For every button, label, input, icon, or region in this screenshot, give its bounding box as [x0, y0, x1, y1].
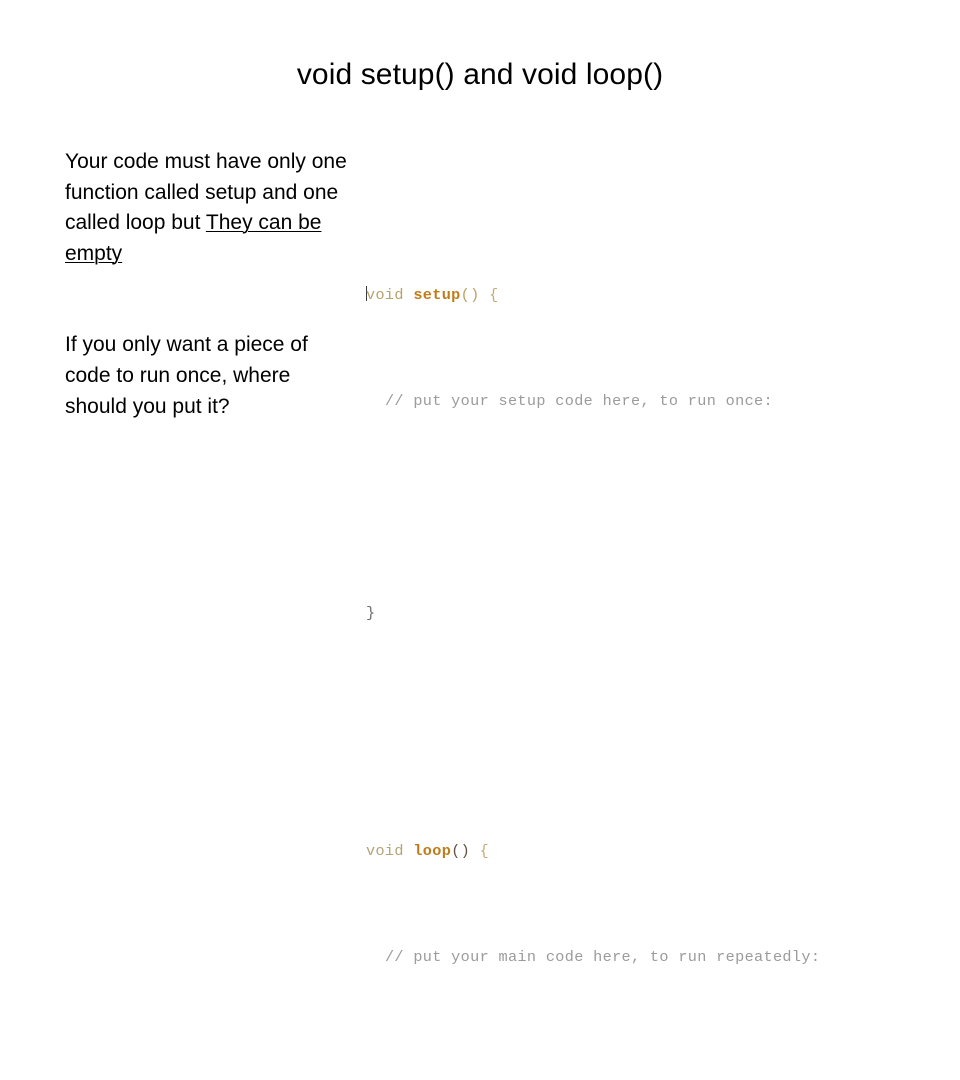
open-brace-loop: { [479, 842, 490, 860]
paragraph-run-once-question: If you only want a piece of code to run … [65, 333, 308, 418]
parens-setup: () [460, 286, 480, 304]
code-section-spacer [366, 706, 960, 732]
close-brace-setup: } [366, 604, 376, 622]
comment-loop: // put your main code here, to run repea… [384, 948, 821, 966]
keyword-void-loop: void [366, 842, 404, 860]
code-line-setup-close: } [366, 600, 960, 627]
function-name-setup: setup [413, 286, 461, 304]
keyword-void-setup: void [366, 286, 404, 304]
paragraph-setup-loop-requirement: Your code must have only one function ca… [65, 147, 357, 269]
code-line-loop-signature: void loop() { [366, 838, 960, 865]
slide-canvas: { "slide": { "title": "void setup() and … [0, 0, 960, 966]
code-line-setup-signature: void setup() { [366, 282, 960, 309]
comment-setup: // put your setup code here, to run once… [384, 392, 773, 410]
parens-loop: () [451, 842, 471, 860]
explanatory-text-column: Your code must have only one function ca… [65, 147, 357, 422]
arduino-code-listing: void setup() { // put your setup code he… [366, 176, 960, 1080]
open-brace-setup: { [489, 286, 499, 304]
function-name-loop: loop [413, 842, 452, 860]
code-line-setup-comment: // put your setup code here, to run once… [366, 388, 960, 415]
code-line-loop-comment: // put your main code here, to run repea… [366, 944, 960, 971]
page-title: void setup() and void loop() [296, 58, 664, 91]
